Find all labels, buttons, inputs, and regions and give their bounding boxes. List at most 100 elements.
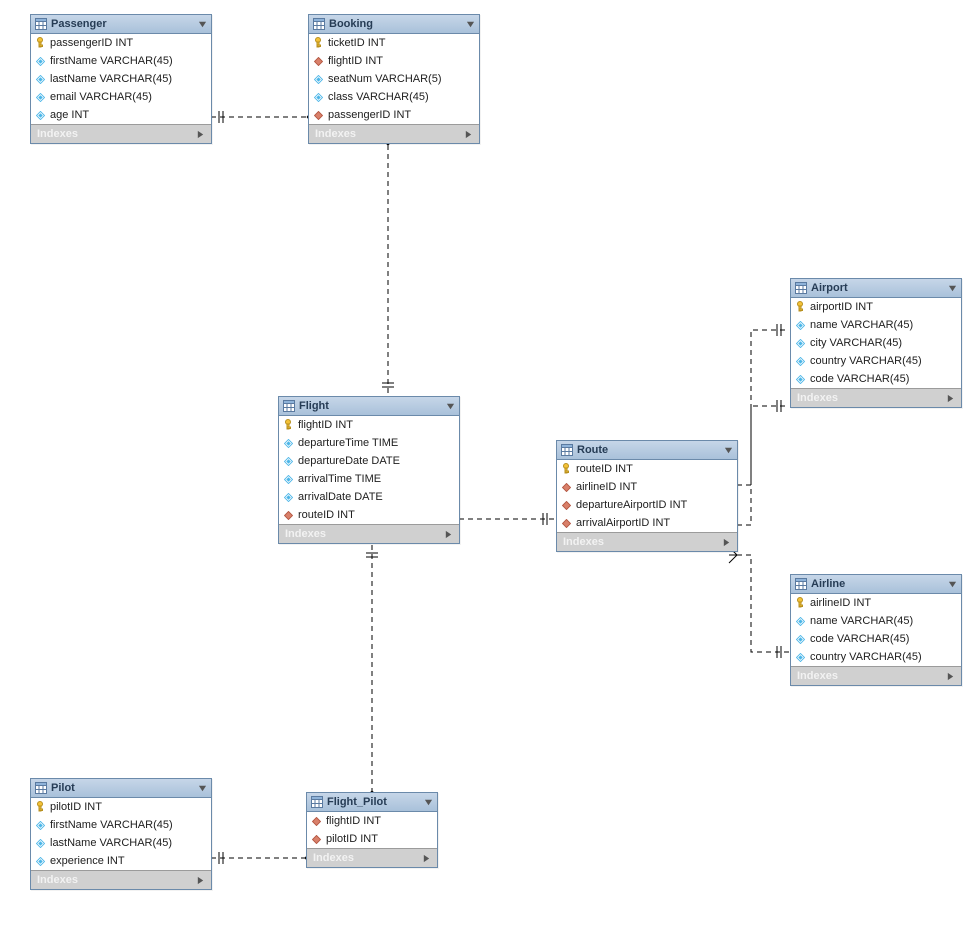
column-row[interactable]: departureTime TIME [279,434,459,452]
indexes-label: Indexes [563,536,721,548]
expand-arrow-icon[interactable] [421,853,431,863]
attribute-icon [796,617,805,626]
column-name: arrivalTime TIME [298,473,381,485]
indexes-section[interactable]: Indexes [791,388,961,407]
column-row[interactable]: arrivalAirportID INT [557,514,737,532]
column-row[interactable]: name VARCHAR(45) [791,612,961,630]
column-name: country VARCHAR(45) [810,651,922,663]
column-row[interactable]: flightID INT [309,52,479,70]
column-row[interactable]: airlineID INT [791,594,961,612]
entity-airline[interactable]: AirlineairlineID INTname VARCHAR(45)code… [790,574,962,686]
indexes-section[interactable]: Indexes [279,524,459,543]
key-icon [796,599,805,608]
collapse-icon[interactable] [465,19,475,29]
attribute-icon [36,857,45,866]
column-row[interactable]: lastName VARCHAR(45) [31,834,211,852]
foreign-key-icon [562,519,571,528]
expand-arrow-icon[interactable] [195,129,205,139]
expand-arrow-icon[interactable] [945,393,955,403]
column-row[interactable]: airlineID INT [557,478,737,496]
entity-flight_pilot[interactable]: Flight_PilotflightID INTpilotID INTIndex… [306,792,438,868]
column-row[interactable]: firstName VARCHAR(45) [31,52,211,70]
column-row[interactable]: code VARCHAR(45) [791,630,961,648]
collapse-icon[interactable] [197,19,207,29]
foreign-key-icon [562,483,571,492]
entity-header[interactable]: Route [557,441,737,460]
column-row[interactable]: passengerID INT [31,34,211,52]
column-row[interactable]: airportID INT [791,298,961,316]
entity-header[interactable]: Airline [791,575,961,594]
collapse-icon[interactable] [423,797,433,807]
entity-body: flightID INTpilotID INT [307,812,437,848]
column-row[interactable]: pilotID INT [307,830,437,848]
column-row[interactable]: country VARCHAR(45) [791,352,961,370]
collapse-icon[interactable] [723,445,733,455]
column-row[interactable]: routeID INT [279,506,459,524]
entity-header[interactable]: Airport [791,279,961,298]
collapse-icon[interactable] [197,783,207,793]
collapse-icon[interactable] [445,401,455,411]
column-row[interactable]: arrivalDate DATE [279,488,459,506]
column-name: departureDate DATE [298,455,400,467]
table-icon [561,444,573,456]
column-row[interactable]: age INT [31,106,211,124]
key-icon [314,39,323,48]
column-row[interactable]: firstName VARCHAR(45) [31,816,211,834]
column-name: city VARCHAR(45) [810,337,902,349]
column-name: airportID INT [810,301,873,313]
indexes-section[interactable]: Indexes [791,666,961,685]
entity-header[interactable]: Flight [279,397,459,416]
expand-arrow-icon[interactable] [945,671,955,681]
expand-arrow-icon[interactable] [721,537,731,547]
column-row[interactable]: flightID INT [279,416,459,434]
column-row[interactable]: seatNum VARCHAR(5) [309,70,479,88]
indexes-section[interactable]: Indexes [31,870,211,889]
column-name: firstName VARCHAR(45) [50,819,173,831]
expand-arrow-icon[interactable] [443,529,453,539]
expand-arrow-icon[interactable] [463,129,473,139]
table-icon [795,578,807,590]
entity-airport[interactable]: Airport airportID INT name VARCHAR(45) city… [790,278,962,408]
indexes-section[interactable]: Indexes [309,124,479,143]
column-row[interactable]: code VARCHAR(45) [791,370,961,388]
column-row[interactable]: name VARCHAR(45) [791,316,961,334]
entity-header[interactable]: Passenger [31,15,211,34]
entity-header[interactable]: Booking [309,15,479,34]
entity-route[interactable]: RouterouteID INTairlineID INTdepartureAi… [556,440,738,552]
indexes-section[interactable]: Indexes [307,848,437,867]
entity-booking[interactable]: BookingticketID INTflightID INTseatNum V… [308,14,480,144]
column-row[interactable]: departureDate DATE [279,452,459,470]
column-name: passengerID INT [50,37,133,49]
column-row[interactable]: lastName VARCHAR(45) [31,70,211,88]
column-row[interactable]: departureAirportID INT [557,496,737,514]
column-name: arrivalDate DATE [298,491,383,503]
column-name: pilotID INT [50,801,102,813]
entity-header[interactable]: Pilot [31,779,211,798]
column-name: experience INT [50,855,125,867]
column-row[interactable]: pilotID INT [31,798,211,816]
indexes-label: Indexes [797,392,945,404]
key-icon [796,303,805,312]
column-row[interactable]: passengerID INT [309,106,479,124]
column-row[interactable]: ticketID INT [309,34,479,52]
attribute-icon [284,457,293,466]
collapse-icon[interactable] [947,283,957,293]
entity-pilot[interactable]: Pilot pilotID INT firstName VARCHAR(45) las… [30,778,212,890]
column-row[interactable]: email VARCHAR(45) [31,88,211,106]
column-name: routeID INT [298,509,355,521]
indexes-section[interactable]: Indexes [557,532,737,551]
column-row[interactable]: flightID INT [307,812,437,830]
column-row[interactable]: class VARCHAR(45) [309,88,479,106]
collapse-icon[interactable] [947,579,957,589]
column-row[interactable]: country VARCHAR(45) [791,648,961,666]
entity-passenger[interactable]: Passenger passengerID INT firstName VARCHA… [30,14,212,144]
indexes-section[interactable]: Indexes [31,124,211,143]
column-row[interactable]: arrivalTime TIME [279,470,459,488]
entity-header[interactable]: Flight_Pilot [307,793,437,812]
foreign-key-icon [284,511,293,520]
column-row[interactable]: experience INT [31,852,211,870]
column-row[interactable]: routeID INT [557,460,737,478]
expand-arrow-icon[interactable] [195,875,205,885]
entity-flight[interactable]: FlightflightID INTdepartureTime TIME depa… [278,396,460,544]
column-row[interactable]: city VARCHAR(45) [791,334,961,352]
